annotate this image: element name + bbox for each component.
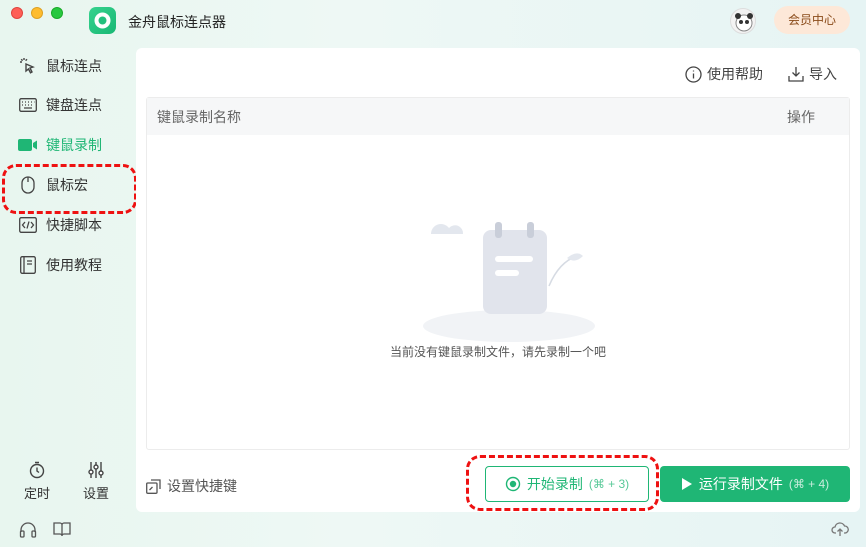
help-button[interactable]: 使用帮助 xyxy=(685,64,763,84)
manual-icon[interactable] xyxy=(53,521,71,537)
sidebar-item-label: 快捷脚本 xyxy=(46,217,102,233)
table-header: 键鼠录制名称 操作 xyxy=(147,98,849,135)
video-record-icon xyxy=(18,135,38,155)
sidebar-item-keymouse-record[interactable]: 键鼠录制 xyxy=(18,127,130,163)
info-icon xyxy=(685,65,702,83)
import-icon xyxy=(788,67,804,82)
run-recording-shortcut: (⌘ + 4) xyxy=(788,477,830,491)
app-logo-icon xyxy=(89,7,116,34)
sidebar-item-label: 键盘连点 xyxy=(46,97,102,113)
help-label: 使用帮助 xyxy=(707,66,763,82)
timer-label: 定时 xyxy=(23,486,50,501)
member-center-button[interactable]: 会员中心 xyxy=(774,6,850,34)
sidebar-item-tutorial[interactable]: 使用教程 xyxy=(18,247,130,283)
main-panel: 使用帮助 导入 键鼠录制名称 操作 当前没有键鼠录制文件，请先录制一个吧 设置快… xyxy=(136,48,860,512)
mouse-icon xyxy=(18,175,38,195)
book-icon xyxy=(18,255,38,275)
start-recording-label: 开始录制 xyxy=(526,476,583,492)
sidebar-item-mouse-macro[interactable]: 鼠标宏 xyxy=(18,167,130,203)
cloud-upload-icon[interactable] xyxy=(831,521,849,537)
sidebar-item-label: 鼠标连点 xyxy=(46,58,102,74)
minimize-window-button[interactable] xyxy=(31,7,43,19)
empty-state-illustration xyxy=(421,214,597,344)
run-recording-label: 运行录制文件 xyxy=(698,476,783,492)
import-button[interactable]: 导入 xyxy=(788,64,837,84)
code-icon xyxy=(18,215,38,235)
app-title: 金舟鼠标连点器 xyxy=(128,14,226,30)
mouse-click-icon xyxy=(18,56,38,76)
sidebar-item-label: 键鼠录制 xyxy=(46,137,102,153)
shortcut-icon xyxy=(146,478,161,494)
sidebar-item-quick-script[interactable]: 快捷脚本 xyxy=(18,207,130,243)
sidebar-item-mouse-click[interactable]: 鼠标连点 xyxy=(18,48,130,84)
settings-label: 设置 xyxy=(82,486,109,501)
run-recording-button[interactable]: 运行录制文件 (⌘ + 4) xyxy=(660,466,850,502)
sidebar-item-keyboard-click[interactable]: 键盘连点 xyxy=(18,87,130,123)
shortcut-label: 设置快捷键 xyxy=(167,478,237,494)
title-bar: 金舟鼠标连点器 会员中心 xyxy=(0,0,866,44)
record-icon xyxy=(505,476,521,492)
start-recording-shortcut: (⌘ + 3) xyxy=(588,477,630,491)
record-table: 键鼠录制名称 操作 当前没有键鼠录制文件，请先录制一个吧 xyxy=(146,97,850,450)
keyboard-icon xyxy=(18,95,38,115)
zoom-window-button[interactable] xyxy=(51,7,63,19)
avatar[interactable] xyxy=(730,8,756,34)
sidebar: 鼠标连点 键盘连点 键鼠录制 鼠标宏 快捷脚本 使用教程 定时 设置 xyxy=(0,44,137,547)
set-shortcut-button[interactable]: 设置快捷键 xyxy=(146,476,237,496)
import-label: 导入 xyxy=(809,66,837,82)
settings-button[interactable]: 设置 xyxy=(76,461,116,502)
timer-icon xyxy=(29,461,45,479)
play-icon xyxy=(681,478,692,490)
sliders-icon xyxy=(88,462,104,478)
column-header-name: 键鼠录制名称 xyxy=(157,108,241,125)
column-header-action: 操作 xyxy=(787,108,815,125)
empty-state-text: 当前没有键鼠录制文件，请先录制一个吧 xyxy=(389,345,606,359)
sidebar-item-label: 鼠标宏 xyxy=(46,177,88,193)
headset-icon[interactable] xyxy=(19,521,37,539)
sidebar-item-label: 使用教程 xyxy=(46,257,102,273)
close-window-button[interactable] xyxy=(11,7,23,19)
timer-button[interactable]: 定时 xyxy=(17,461,57,502)
start-recording-button[interactable]: 开始录制 (⌘ + 3) xyxy=(485,466,649,502)
